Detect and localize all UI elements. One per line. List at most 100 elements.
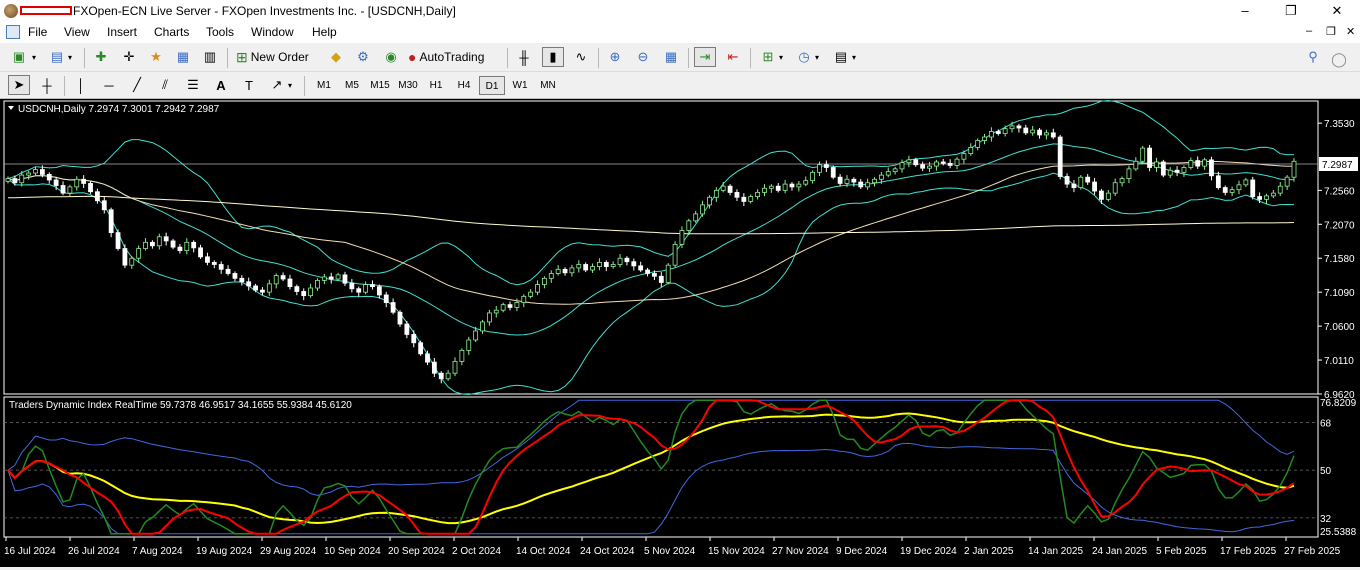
- bar-chart-icon[interactable]: ╫: [513, 47, 535, 67]
- candle-body: [273, 275, 279, 285]
- candle-body: [748, 196, 754, 202]
- date-label: 27 Nov 2024: [772, 546, 829, 557]
- terminal-icon[interactable]: ▦: [172, 47, 194, 67]
- timeframe-w1[interactable]: W1: [507, 76, 533, 95]
- chart-window[interactable]: USDCNH,Daily 7.2974 7.3001 7.2942 7.2987…: [0, 99, 1360, 567]
- candle-body: [12, 178, 18, 184]
- candle-body: [191, 241, 197, 249]
- candle-body: [60, 185, 66, 194]
- text-label-icon[interactable]: T: [238, 75, 260, 95]
- candle-body: [535, 284, 540, 293]
- new-chart-icon[interactable]: ▣: [8, 47, 30, 67]
- timeframe-m15[interactable]: M15: [367, 76, 393, 95]
- new-chart-dropdown-icon[interactable]: ▾: [32, 47, 36, 67]
- metaeditor-icon[interactable]: ◆: [325, 47, 347, 67]
- candle-body: [713, 189, 719, 198]
- timeframe-d1[interactable]: D1: [479, 76, 505, 95]
- search-icon[interactable]: ⚲: [1302, 47, 1324, 67]
- crosshair-icon[interactable]: ┼: [36, 75, 58, 95]
- timeframe-m1[interactable]: M1: [311, 76, 337, 95]
- mdi-close-icon[interactable]: ✕: [1346, 25, 1355, 38]
- templates-icon[interactable]: ▤: [830, 47, 852, 67]
- zoom-in-icon[interactable]: ⊕: [604, 47, 626, 67]
- chart-info-label: USDCNH,Daily 7.2974 7.3001 7.2942 7.2987: [18, 104, 220, 115]
- chart-shift-icon[interactable]: ⇤: [722, 47, 744, 67]
- periods-dropdown-icon[interactable]: ▾: [815, 47, 819, 67]
- close-button[interactable]: ✕: [1314, 0, 1360, 22]
- horizontal-line-icon[interactable]: ─: [98, 75, 120, 95]
- candle-body: [493, 309, 499, 314]
- menu-window[interactable]: Window: [251, 25, 294, 39]
- equidistant-channel-icon[interactable]: ⫽: [154, 75, 176, 95]
- candle-body: [1044, 132, 1049, 136]
- mdi-restore-icon[interactable]: ❐: [1326, 25, 1336, 38]
- price-chart[interactable]: USDCNH,Daily 7.2974 7.3001 7.2942 7.2987…: [0, 99, 1360, 567]
- menu-bar: File View Insert Charts Tools Window Hel…: [0, 22, 1360, 43]
- market-watch-icon[interactable]: ✚: [90, 47, 112, 67]
- templates-dropdown-icon[interactable]: ▾: [852, 47, 856, 67]
- arrows-dropdown-icon[interactable]: ▾: [288, 75, 292, 95]
- chat-icon[interactable]: ◯: [1328, 49, 1350, 69]
- periods-icon[interactable]: ◷: [793, 47, 815, 67]
- data-window-icon[interactable]: ✛: [118, 47, 140, 67]
- candle-body: [734, 192, 740, 198]
- autotrading-button[interactable]: ● AutoTrading: [408, 47, 500, 67]
- text-icon[interactable]: A: [210, 75, 232, 95]
- cursor-icon[interactable]: ➤: [8, 75, 30, 95]
- date-label: 14 Oct 2024: [516, 546, 571, 557]
- zoom-out-icon[interactable]: ⊖: [632, 47, 654, 67]
- candle-body: [583, 264, 589, 271]
- candle-body: [707, 196, 712, 206]
- candle-body: [652, 273, 657, 277]
- line-chart-icon[interactable]: ∿: [570, 47, 592, 67]
- timeframe-h4[interactable]: H4: [451, 76, 477, 95]
- vertical-line-icon[interactable]: │: [70, 75, 92, 95]
- candle-body: [686, 220, 692, 231]
- timeframe-h1[interactable]: H1: [423, 76, 449, 95]
- maximize-button[interactable]: ❐: [1268, 0, 1314, 22]
- candle-body: [720, 185, 726, 191]
- mdi-minimize-icon[interactable]: –: [1306, 25, 1312, 37]
- profiles-icon[interactable]: ▤: [46, 47, 68, 67]
- candle-body: [356, 288, 362, 293]
- signals-icon[interactable]: ⚙: [352, 47, 374, 67]
- candle-body: [617, 257, 623, 265]
- indicators-icon[interactable]: ⊞: [757, 47, 779, 67]
- trendline-icon[interactable]: ╱: [126, 75, 148, 95]
- date-label: 15 Nov 2024: [708, 546, 765, 557]
- candlesticks: [5, 121, 1297, 384]
- price-label: 7.2560: [1324, 186, 1355, 197]
- candle-body: [514, 302, 520, 308]
- candle-body: [1105, 192, 1111, 200]
- fibonacci-icon[interactable]: ☰: [182, 75, 204, 95]
- arrows-icon[interactable]: ↗: [266, 75, 288, 95]
- market-icon[interactable]: ◉: [380, 47, 402, 67]
- candle-body: [321, 276, 327, 281]
- new-order-button[interactable]: ⊞ New Order: [236, 47, 318, 67]
- candle-body: [1002, 128, 1008, 134]
- toolbar-separator: [750, 48, 751, 68]
- navigator-icon[interactable]: ★: [145, 47, 167, 67]
- timeframe-m5[interactable]: M5: [339, 76, 365, 95]
- menu-tools[interactable]: Tools: [206, 25, 234, 39]
- autotrading-icon: ●: [408, 49, 417, 65]
- menu-file[interactable]: File: [28, 25, 47, 39]
- candle-body: [507, 304, 513, 308]
- indicators-dropdown-icon[interactable]: ▾: [779, 47, 783, 67]
- minimize-button[interactable]: –: [1222, 0, 1268, 22]
- profiles-dropdown-icon[interactable]: ▾: [68, 47, 72, 67]
- tester-icon[interactable]: ▥: [199, 47, 221, 67]
- timeframe-mn[interactable]: MN: [535, 76, 561, 95]
- timeframe-m30[interactable]: M30: [395, 76, 421, 95]
- auto-scroll-icon[interactable]: ⇥: [694, 47, 716, 67]
- candle-body: [101, 200, 107, 211]
- menu-insert[interactable]: Insert: [107, 25, 137, 39]
- candle-body: [1037, 129, 1042, 136]
- tile-windows-icon[interactable]: ▦: [660, 47, 682, 67]
- candlestick-chart-icon[interactable]: ▮: [542, 47, 564, 67]
- collapse-arrow-icon[interactable]: [8, 106, 14, 110]
- menu-charts[interactable]: Charts: [154, 25, 189, 39]
- menu-view[interactable]: View: [64, 25, 90, 39]
- candle-body: [885, 171, 891, 176]
- menu-help[interactable]: Help: [312, 25, 337, 39]
